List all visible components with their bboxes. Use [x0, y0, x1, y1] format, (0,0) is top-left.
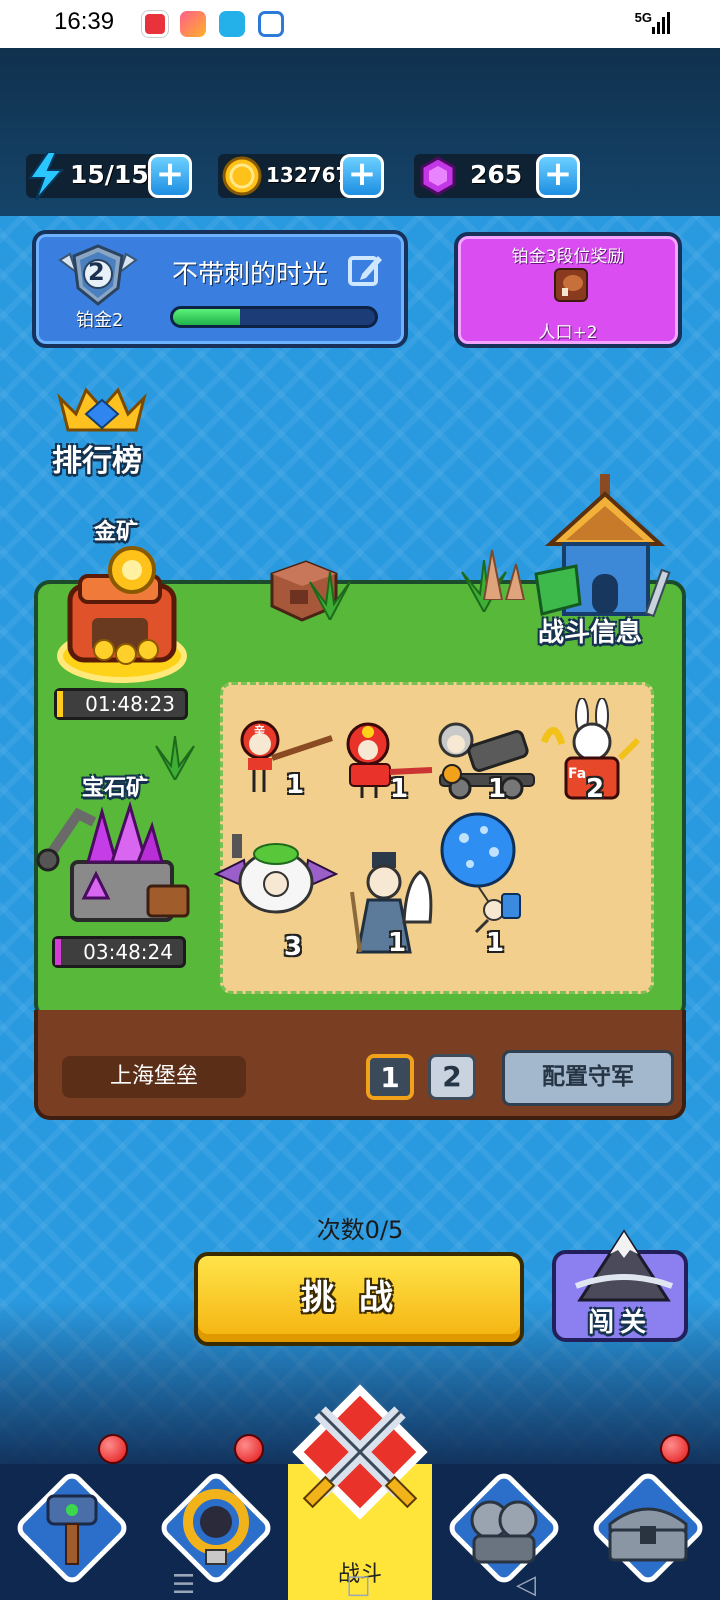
leaderboard-label: 排行榜: [52, 444, 142, 479]
unit-slot[interactable]: 1: [440, 812, 540, 962]
battle-info-label: 战斗信息: [538, 618, 643, 648]
page-2-button[interactable]: 2: [428, 1054, 476, 1100]
system-back-icon[interactable]: ◁: [516, 1570, 536, 1600]
gem-mine[interactable]: 宝石矿 03:48:24: [28, 770, 204, 972]
unit-count: 1: [390, 774, 409, 804]
unit-slot[interactable]: 辛 1: [226, 714, 336, 814]
system-menu-icon[interactable]: ☰: [172, 1570, 195, 1600]
unit-count: 2: [586, 774, 605, 804]
crown-trophy-icon: [57, 387, 147, 432]
add-gem-button[interactable]: +: [536, 154, 580, 198]
status-bar: 16:39 5G: [0, 0, 720, 48]
gold-mine-icon: [57, 546, 187, 683]
unit-slot[interactable]: 3: [214, 834, 338, 962]
king-badge: Fa: [568, 766, 587, 782]
lightning-icon: [28, 152, 65, 200]
rank-progress-fill: [173, 309, 240, 325]
notification-badge: [660, 1434, 690, 1464]
reward-text: 人口+2: [538, 323, 598, 343]
gold-mine-label: 金矿: [94, 520, 139, 545]
rock-spike-icon: [482, 549, 526, 600]
gold-coin-icon: [222, 156, 262, 196]
add-gold-button[interactable]: +: [340, 154, 384, 198]
leaderboard-button[interactable]: 排行榜: [46, 384, 156, 484]
battle-info-button[interactable]: 战斗信息: [530, 474, 680, 664]
rank-reward-card[interactable]: 铂金3段位奖励 人口+2: [454, 232, 682, 348]
cannon-unit-icon: [438, 722, 535, 800]
level-mode-label: 闯关: [587, 1308, 652, 1338]
challenge-label: 挑战: [301, 1278, 417, 1318]
mountain-icon: [574, 1229, 674, 1302]
page-1-button[interactable]: 1: [366, 1054, 414, 1100]
gold-value: 132767: [266, 163, 350, 187]
notification-badge: [234, 1434, 264, 1464]
level-mode-button[interactable]: 闯关: [552, 1229, 688, 1342]
unit-count: 1: [388, 928, 407, 958]
red-samurai-unit-icon: [240, 720, 333, 792]
gem-resource: 265 +: [414, 154, 580, 198]
fortress-name: 上海堡垒: [62, 1056, 246, 1098]
player-card[interactable]: 2 铂金2 不带刺的时光: [32, 230, 408, 348]
tab-units[interactable]: [432, 1464, 576, 1600]
unit-count: 1: [488, 774, 507, 804]
rank-label: 铂金2: [76, 310, 124, 331]
gem-value: 265: [470, 160, 523, 189]
hammer-icon: [46, 1494, 98, 1565]
red-helmet-gunner-unit-icon: [346, 722, 433, 798]
energy-resource: 15/15 +: [26, 152, 192, 200]
gem-mine-progress: [55, 939, 62, 965]
clock: 16:39: [54, 8, 115, 35]
unit-slot[interactable]: 1: [430, 718, 540, 816]
tab-treasure[interactable]: [576, 1434, 720, 1600]
meat-icon: [554, 268, 588, 302]
gem-mine-timer-text: 03:48:24: [83, 940, 173, 964]
unit-slot[interactable]: 1: [336, 720, 436, 816]
rank-progress-bar: [170, 306, 378, 328]
configure-defense-button[interactable]: 配置守军: [502, 1050, 674, 1106]
treasure-chest-icon: [608, 1507, 688, 1562]
unit-slot[interactable]: Fa 2: [540, 698, 644, 816]
gold-resource: 132767 +: [218, 154, 384, 198]
gold-mine-progress: [57, 691, 64, 717]
unit-count: 1: [286, 770, 305, 800]
purple-gem-icon: [420, 156, 456, 196]
energy-value: 15/15: [70, 160, 149, 189]
gold-mine-timer-text: 01:48:23: [85, 692, 175, 716]
unit-slot[interactable]: 1: [334, 852, 442, 960]
play-app-icon: [180, 11, 206, 37]
flying-sheep-unit-icon: [214, 834, 338, 914]
unit-count: 3: [284, 932, 303, 962]
soldiers-icon: [470, 1500, 538, 1564]
player-name: 不带刺的时光: [172, 260, 329, 290]
balloon-unit-icon: [440, 812, 521, 934]
grass-icon: [309, 572, 351, 620]
reward-title: 铂金3段位奖励: [511, 247, 625, 267]
tab-forge[interactable]: [0, 1434, 144, 1600]
crossed-swords-icon: [292, 1384, 428, 1520]
samurai-badge: 辛: [254, 724, 265, 737]
notification-badge: [98, 1434, 128, 1464]
add-energy-button[interactable]: +: [148, 154, 192, 198]
gem-mine-icon: [36, 800, 190, 922]
bell-app-icon: [258, 11, 284, 37]
challenge-button[interactable]: 挑战: [194, 1252, 524, 1346]
edit-name-icon[interactable]: [348, 252, 384, 286]
pagoda-icon: [534, 474, 671, 618]
shield-app-icon: [219, 11, 245, 37]
network-type: 5G: [634, 10, 652, 25]
rank-number: 2: [88, 258, 105, 286]
video-app-icon: [142, 11, 168, 37]
unit-count: 1: [486, 928, 505, 958]
tab-equipment[interactable]: [144, 1434, 288, 1600]
gold-mine[interactable]: 金矿 01:48:23: [46, 512, 196, 724]
system-home-icon[interactable]: □: [346, 1570, 371, 1600]
ring-icon: [183, 1489, 249, 1565]
gem-mine-timer: 03:48:24: [52, 936, 186, 968]
gold-mine-timer: 01:48:23: [54, 688, 188, 720]
signal-icon: [652, 12, 670, 34]
